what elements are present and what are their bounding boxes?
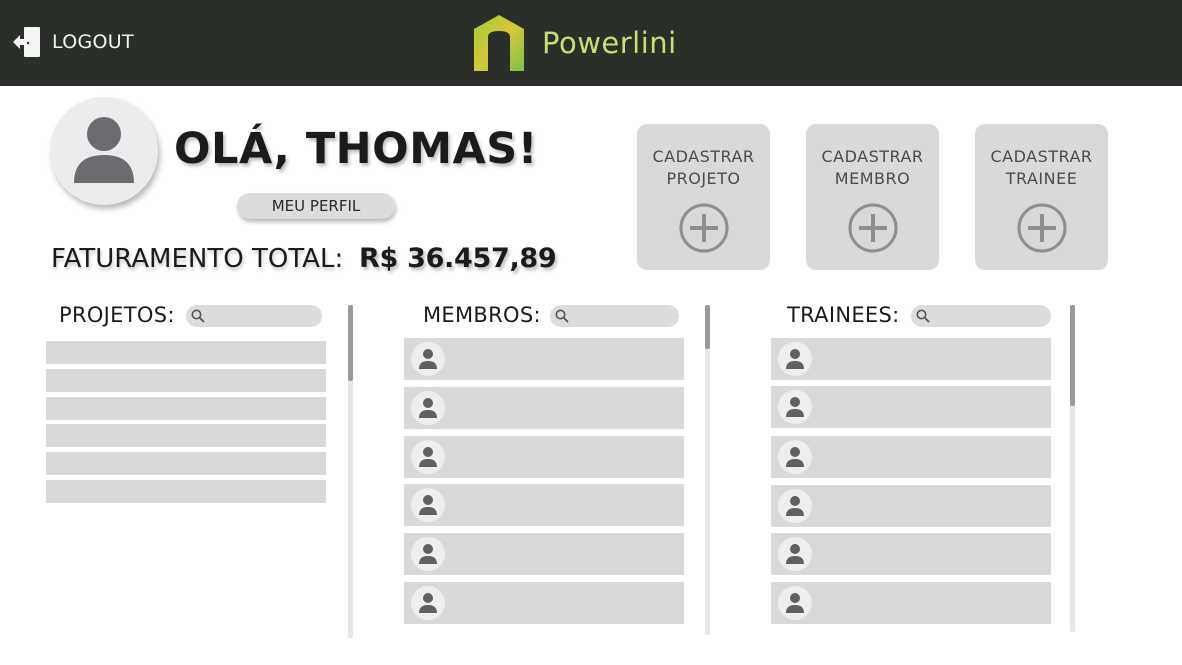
members-search-input[interactable] (574, 305, 672, 327)
total-revenue-value: R$ 36.457,89 (359, 243, 557, 274)
user-avatar[interactable] (50, 97, 158, 205)
member-row[interactable] (404, 533, 684, 575)
brand-name: Powerlini (542, 26, 677, 60)
user-icon (419, 544, 437, 564)
trainee-row[interactable] (771, 582, 1051, 624)
member-row[interactable] (404, 338, 684, 380)
project-row[interactable] (46, 369, 326, 392)
trainee-row[interactable] (771, 436, 1051, 478)
user-icon (419, 447, 437, 467)
logout-door-icon (13, 27, 40, 57)
register-trainee-label: CADASTRAR TRAINEE (990, 147, 1093, 188)
avatar (411, 391, 445, 425)
user-icon (786, 593, 804, 613)
user-icon (786, 447, 804, 467)
members-search[interactable] (550, 305, 679, 327)
projects-scroll-thumb[interactable] (348, 305, 353, 381)
trainee-row[interactable] (771, 386, 1051, 428)
total-revenue-label: FATURAMENTO TOTAL: (51, 244, 344, 274)
project-row[interactable] (46, 480, 326, 503)
trainee-row[interactable] (771, 533, 1051, 575)
avatar (778, 489, 812, 523)
user-icon (786, 496, 804, 516)
avatar (411, 440, 445, 474)
logout-button[interactable]: LOGOUT (12, 25, 134, 59)
register-project-card[interactable]: CADASTRAR PROJETO (637, 124, 770, 270)
project-row[interactable] (46, 424, 326, 447)
projects-scrollbar[interactable] (348, 305, 353, 638)
trainee-row[interactable] (771, 338, 1051, 380)
user-icon (786, 349, 804, 369)
avatar (778, 390, 812, 424)
logout-label: LOGOUT (52, 31, 134, 53)
plus-circle-icon (848, 203, 898, 253)
user-icon (419, 495, 437, 515)
projects-search-input[interactable] (210, 305, 314, 327)
register-project-label: CADASTRAR PROJETO (652, 147, 755, 188)
search-icon (916, 309, 930, 323)
project-row[interactable] (46, 341, 326, 364)
members-title: MEMBROS: (423, 303, 541, 327)
projects-title: PROJETOS: (59, 303, 175, 327)
search-icon (555, 309, 569, 323)
trainees-title: TRAINEES: (787, 303, 900, 327)
trainees-search[interactable] (911, 305, 1051, 327)
user-icon (74, 117, 134, 183)
register-member-label: CADASTRAR MEMBRO (821, 147, 924, 188)
avatar (411, 488, 445, 522)
member-row[interactable] (404, 582, 684, 624)
member-row[interactable] (404, 484, 684, 526)
members-scrollbar[interactable] (705, 305, 710, 635)
greeting-heading: OLÁ, THOMAS! (174, 124, 538, 174)
avatar (778, 537, 812, 571)
plus-circle-icon (1017, 203, 1067, 253)
register-trainee-card[interactable]: CADASTRAR TRAINEE (975, 124, 1108, 270)
user-icon (786, 544, 804, 564)
top-bar: LOGOUT Powerlini (0, 0, 1182, 86)
trainees-search-input[interactable] (935, 305, 1043, 327)
my-profile-button[interactable]: MEU PERFIL (237, 193, 395, 219)
user-icon (786, 397, 804, 417)
search-icon (191, 309, 205, 323)
trainees-scrollbar[interactable] (1070, 305, 1075, 632)
member-row[interactable] (404, 436, 684, 478)
trainee-row[interactable] (771, 485, 1051, 527)
brand: Powerlini (472, 12, 677, 74)
avatar (778, 440, 812, 474)
register-member-card[interactable]: CADASTRAR MEMBRO (806, 124, 939, 270)
project-row[interactable] (46, 397, 326, 420)
user-icon (419, 398, 437, 418)
member-row[interactable] (404, 387, 684, 429)
avatar (411, 586, 445, 620)
project-row[interactable] (46, 452, 326, 475)
avatar (411, 537, 445, 571)
projects-search[interactable] (186, 305, 322, 327)
plus-circle-icon (679, 203, 729, 253)
user-icon (419, 593, 437, 613)
user-icon (419, 349, 437, 369)
members-scroll-thumb[interactable] (705, 305, 710, 349)
avatar (411, 342, 445, 376)
powerlini-logo (474, 15, 524, 71)
avatar (778, 586, 812, 620)
trainees-scroll-thumb[interactable] (1070, 305, 1075, 406)
avatar (778, 342, 812, 376)
